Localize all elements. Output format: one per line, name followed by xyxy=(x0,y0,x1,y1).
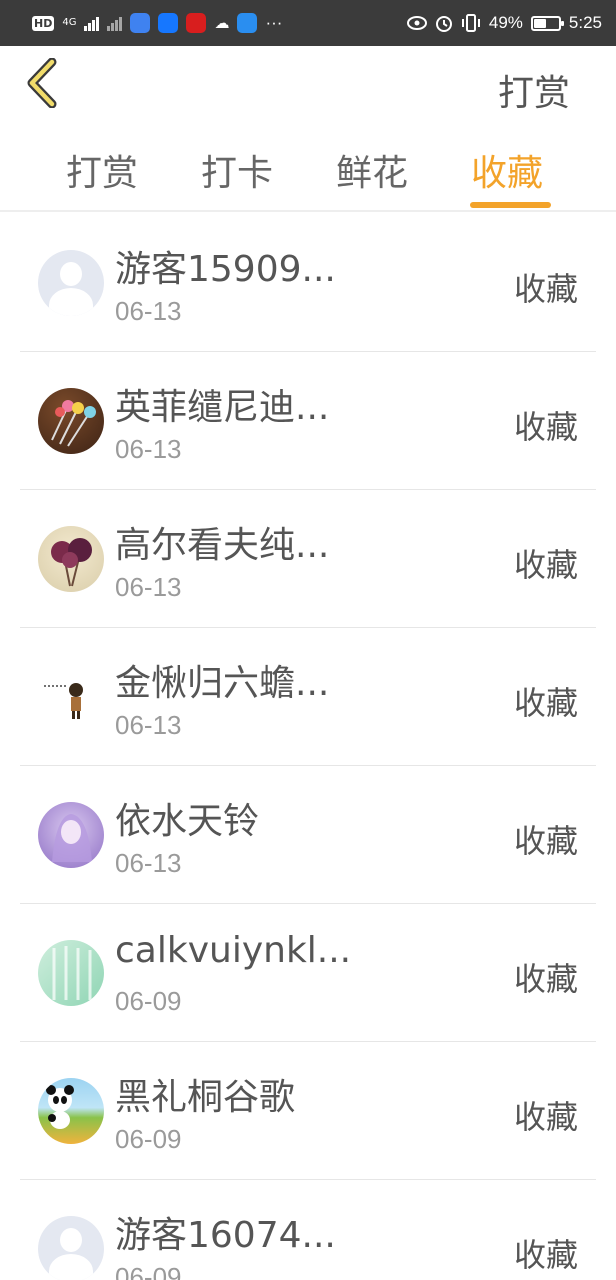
user-name: 金愀归六蟾... xyxy=(115,663,330,704)
action-label: 收藏 xyxy=(513,546,578,584)
header: 打赏 xyxy=(0,46,616,126)
avatar xyxy=(38,388,104,454)
signal-strength-2-icon xyxy=(107,15,123,31)
status-bar-left: HD 4G ☁ ··· xyxy=(32,13,282,33)
action-label: 收藏 xyxy=(513,960,578,998)
user-name: 高尔看夫纯... xyxy=(115,525,330,566)
back-button[interactable] xyxy=(22,57,66,109)
user-name: 黑礼桐谷歌 xyxy=(115,1077,296,1118)
browser-app-icon xyxy=(130,13,151,33)
eye-icon xyxy=(406,16,427,30)
tab-flowers[interactable]: 鲜花 xyxy=(336,144,408,196)
more-notifications-icon: ··· xyxy=(265,13,283,32)
back-arrow-icon xyxy=(27,57,57,109)
list-item[interactable]: 游客16074... 06-09 收藏 xyxy=(0,1180,616,1280)
status-bar: HD 4G ☁ ··· 49% 5:25 xyxy=(0,0,616,46)
avatar xyxy=(38,1078,104,1144)
item-date: 06-09 xyxy=(115,1262,182,1280)
avatar xyxy=(38,250,104,316)
tab-favorites[interactable]: 收藏 xyxy=(471,144,543,196)
page-title: 打赏 xyxy=(497,73,570,114)
send-app-icon xyxy=(237,13,258,33)
battery-icon xyxy=(530,15,564,31)
tab-bar: 打赏 打卡 鲜花 收藏 xyxy=(0,126,616,212)
alarm-icon xyxy=(435,16,452,32)
favorites-list: 游客15909... 06-13 收藏 英菲缱尼迪... 06-13 收藏 高尔… xyxy=(0,214,616,1280)
list-item[interactable]: 英菲缱尼迪... 06-13 收藏 xyxy=(0,352,616,490)
avatar xyxy=(38,940,104,1006)
vibrate-icon xyxy=(461,14,480,32)
user-name: 游客15909... xyxy=(115,249,336,290)
avatar xyxy=(38,802,104,868)
signal-strength-icon xyxy=(84,15,100,31)
list-item[interactable]: 游客15909... 06-13 收藏 xyxy=(0,214,616,352)
item-date: 06-13 xyxy=(115,296,182,326)
list-item[interactable]: 金愀归六蟾... 06-13 收藏 xyxy=(0,628,616,766)
list-item[interactable]: 依水天铃 06-13 收藏 xyxy=(0,766,616,904)
list-item[interactable]: calkvuiynkl... 06-09 收藏 xyxy=(0,904,616,1042)
network-type-label: 4G xyxy=(62,17,77,28)
status-bar-right: 49% 5:25 xyxy=(406,13,602,33)
item-date: 06-13 xyxy=(115,572,182,602)
item-date: 06-09 xyxy=(115,1124,182,1154)
tab-checkin[interactable]: 打卡 xyxy=(201,144,273,196)
action-label: 收藏 xyxy=(513,822,578,860)
list-item[interactable]: 高尔看夫纯... 06-13 收藏 xyxy=(0,490,616,628)
action-label: 收藏 xyxy=(513,408,578,446)
action-label: 收藏 xyxy=(513,684,578,722)
red-app-icon xyxy=(186,13,207,33)
item-date: 06-09 xyxy=(115,986,182,1016)
clock: 5:25 xyxy=(568,13,602,32)
user-name: 依水天铃 xyxy=(115,801,260,842)
action-label: 收藏 xyxy=(513,270,578,308)
action-label: 收藏 xyxy=(513,1098,578,1136)
item-date: 06-13 xyxy=(115,848,182,878)
item-date: 06-13 xyxy=(115,710,182,740)
avatar xyxy=(38,1216,104,1280)
user-name: 游客16074... xyxy=(115,1215,336,1256)
tab-reward[interactable]: 打赏 xyxy=(66,144,138,196)
avatar xyxy=(38,664,104,730)
user-name: calkvuiynkl... xyxy=(115,930,352,971)
battery-percent: 49% xyxy=(488,13,523,32)
active-tab-indicator xyxy=(470,202,551,208)
hd-indicator: HD xyxy=(32,15,55,31)
list-item[interactable]: 黑礼桐谷歌 06-09 收藏 xyxy=(0,1042,616,1180)
cloud-icon: ☁ xyxy=(214,13,230,32)
action-label: 收藏 xyxy=(513,1236,578,1274)
user-name: 英菲缱尼迪... xyxy=(115,387,330,428)
network-type: 4G xyxy=(62,18,76,28)
lightbulb-app-icon xyxy=(158,13,179,33)
item-date: 06-13 xyxy=(115,434,182,464)
avatar xyxy=(38,526,104,592)
